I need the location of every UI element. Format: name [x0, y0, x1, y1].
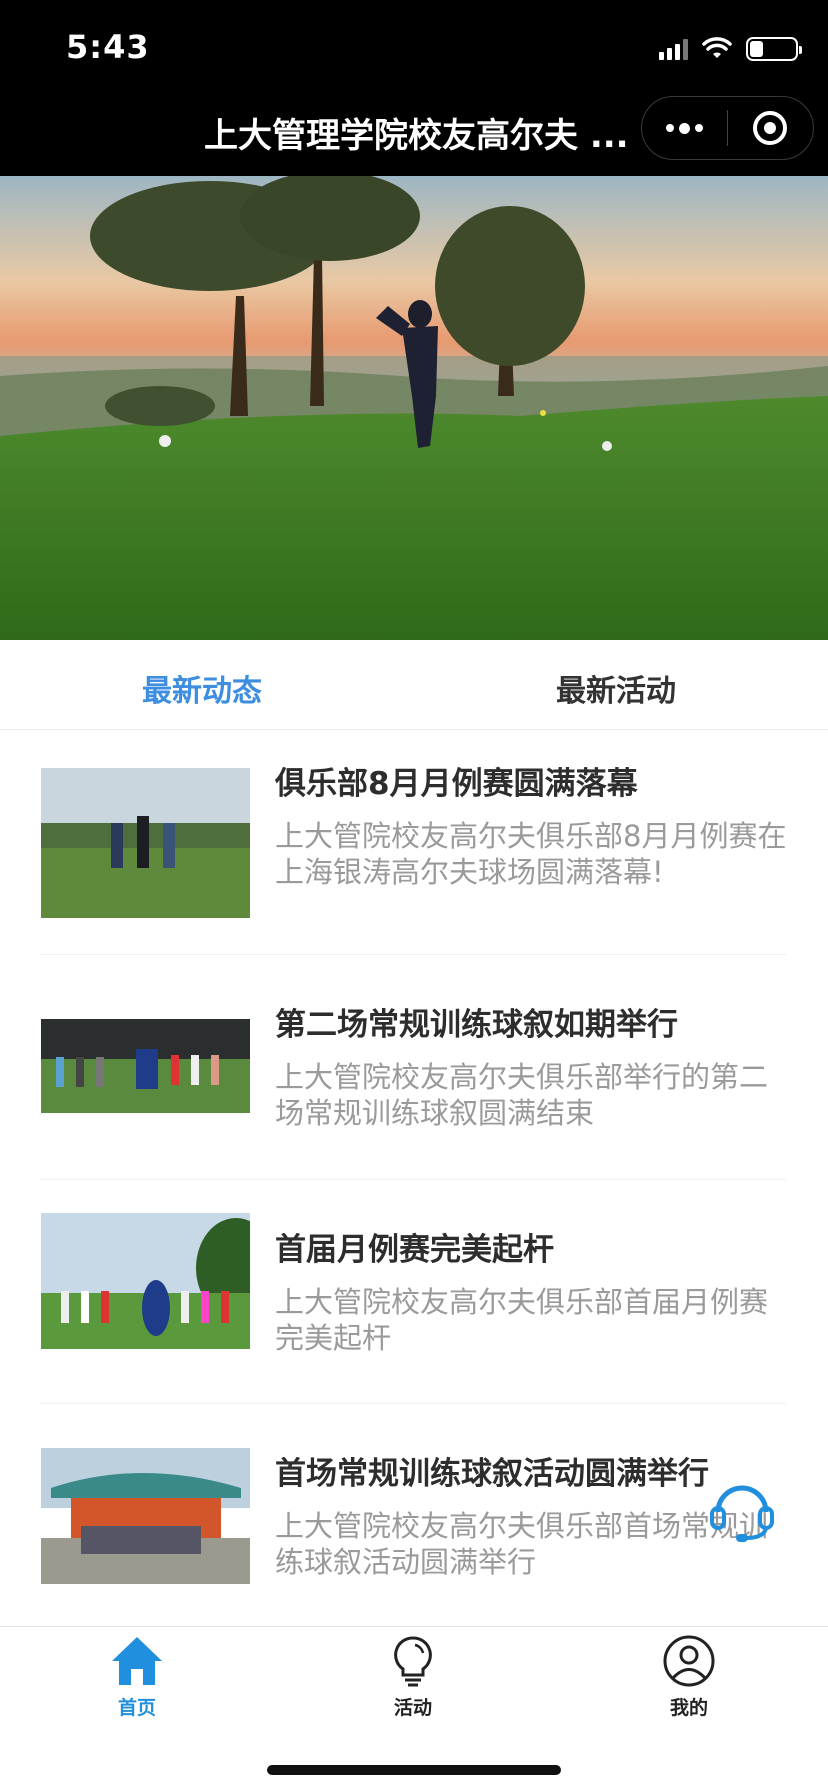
miniprogram-capsule	[641, 96, 814, 160]
page-title: 上大管理学院校友高尔夫 ...	[204, 116, 629, 156]
tabbar-label: 首页	[117, 1697, 156, 1719]
news-title: 第二场常规训练球叙如期举行	[275, 1007, 678, 1043]
news-thumbnail	[41, 768, 250, 918]
lightbulb-icon	[394, 1636, 432, 1687]
target-icon	[753, 111, 788, 145]
tabbar-mine[interactable]: 我的	[629, 1633, 749, 1720]
news-item[interactable]: 俱乐部8月月例赛圆满落幕 上大管院校友高尔夫俱乐部8月月例赛在上海银涛高尔夫球场…	[41, 730, 786, 955]
news-item[interactable]: 第二场常规训练球叙如期举行 上大管院校友高尔夫俱乐部举行的第二场常规训练球叙圆满…	[41, 955, 786, 1180]
news-thumbnail	[41, 1448, 250, 1584]
tabbar-label: 我的	[669, 1697, 708, 1719]
status-time: 5:43	[66, 28, 150, 66]
home-icon	[112, 1637, 162, 1685]
tabbar-activity[interactable]: 活动	[353, 1633, 473, 1720]
tab-latest-news[interactable]: 最新动态	[142, 666, 262, 710]
signal-icon	[659, 38, 688, 60]
news-title: 首届月例赛完美起杆	[275, 1232, 554, 1268]
status-icons	[659, 36, 802, 62]
close-miniprogram-button[interactable]	[728, 96, 813, 160]
news-thumbnail	[41, 1213, 250, 1349]
news-title: 俱乐部8月月例赛圆满落幕	[275, 766, 638, 802]
news-description: 上大管院校友高尔夫俱乐部首届月例赛完美起杆	[275, 1285, 769, 1355]
customer-service-button[interactable]	[706, 1474, 778, 1546]
news-description: 上大管院校友高尔夫俱乐部8月月例赛在上海银涛高尔夫球场圆满落幕!	[275, 819, 787, 889]
more-button[interactable]	[642, 96, 727, 160]
tabbar-home[interactable]: 首页	[77, 1633, 197, 1720]
news-title: 首场常规训练球叙活动圆满举行	[275, 1456, 709, 1492]
news-description: 上大管院校友高尔夫俱乐部举行的第二场常规训练球叙圆满结束	[275, 1060, 769, 1130]
tab-latest-events[interactable]: 最新活动	[556, 666, 676, 710]
home-indicator	[267, 1765, 561, 1775]
user-icon	[663, 1635, 715, 1687]
banner-image[interactable]	[0, 176, 828, 640]
tab-bar: 最新动态 最新活动	[0, 640, 828, 730]
tabbar-label: 活动	[393, 1697, 432, 1719]
news-item[interactable]: 首届月例赛完美起杆 上大管院校友高尔夫俱乐部首届月例赛完美起杆	[41, 1180, 786, 1404]
top-bar: 5:43 上大管理学院校友高尔夫 ...	[0, 0, 828, 176]
wifi-icon	[702, 37, 732, 58]
news-thumbnail	[41, 1019, 250, 1113]
battery-icon	[746, 37, 802, 61]
headset-icon	[710, 1485, 774, 1542]
news-item[interactable]: 首场常规训练球叙活动圆满举行 上大管院校友高尔夫俱乐部首场常规训练球叙活动圆满举…	[41, 1404, 786, 1626]
more-icon	[666, 122, 703, 134]
